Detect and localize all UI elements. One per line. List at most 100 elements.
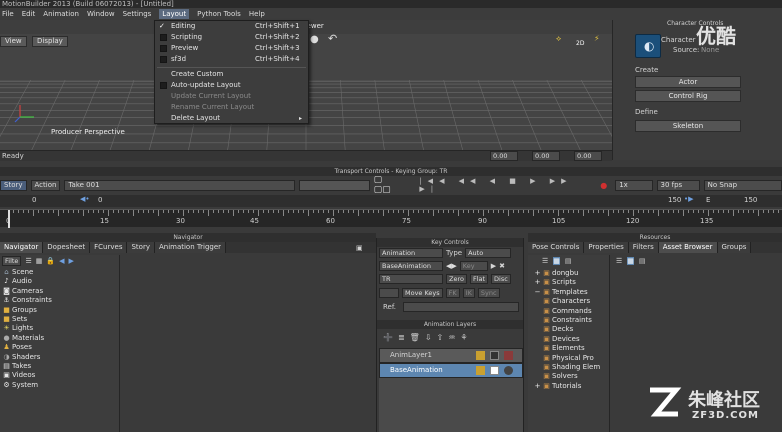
tree-item-cameras[interactable]: ◙ Cameras (3, 287, 119, 296)
tree-item-decks[interactable]: ▣ Decks (534, 325, 609, 334)
mute-icon[interactable] (490, 366, 499, 375)
playback-buttons[interactable]: |◀◀ ◀◀ ◀ ■ ▶ ▶▶ ▶| (419, 177, 596, 193)
grid-icon[interactable]: ▦ (36, 257, 43, 265)
tree-item-scripts[interactable]: + ▣ Scripts (534, 278, 609, 287)
animation-mode-select[interactable]: Animation (379, 248, 443, 258)
fk-button[interactable]: FK (445, 288, 460, 298)
zero-button[interactable]: Zero (446, 274, 467, 284)
menu-layout[interactable]: Layout (159, 9, 190, 19)
disc-button[interactable]: Disc (491, 274, 511, 284)
type-select[interactable]: Auto (465, 248, 512, 258)
timeline-slider[interactable] (299, 179, 370, 191)
menu-item-preview[interactable]: Preview Ctrl+Shift+3 (155, 43, 308, 54)
end-field[interactable]: 150 (744, 196, 757, 204)
status-field-3[interactable]: 0.00 (574, 151, 602, 161)
flat-button[interactable]: Flat (469, 274, 489, 284)
end-frame[interactable]: 150 (668, 196, 681, 204)
delete-key-icon[interactable]: ✖ (499, 262, 505, 270)
frame-ruler[interactable]: 0 15 30 45 60 75 90 105 120 135 (0, 209, 782, 228)
browser-list-icon[interactable]: ☰ (616, 257, 622, 265)
action-select[interactable]: Action (30, 179, 61, 191)
tree-item-materials[interactable]: ● Materials (3, 334, 119, 343)
tree-item-shading-elements[interactable]: ▣ Shading Elem (534, 363, 609, 372)
tab-navigator[interactable]: Navigator (0, 242, 44, 253)
start-frame[interactable]: 0 (32, 196, 36, 204)
tree-item-solvers[interactable]: ▣ Solvers (534, 372, 609, 381)
current-frame[interactable]: 0 (98, 196, 102, 204)
status-field-2[interactable]: 0.00 (532, 151, 560, 161)
tree-item-shaders[interactable]: ◑ Shaders (3, 353, 119, 362)
filter-field[interactable]: Filte (2, 255, 22, 266)
tab-properties[interactable]: Properties (584, 242, 629, 253)
settings-icon[interactable] (504, 366, 513, 375)
menu-item-auto-update[interactable]: Auto-update Layout (155, 80, 308, 91)
tr-select[interactable]: TR (379, 274, 443, 284)
story-toggle[interactable]: Story (0, 179, 27, 191)
menu-python-tools[interactable]: Python Tools (197, 10, 241, 18)
display-menu-button[interactable]: Display (32, 36, 68, 47)
light-icon[interactable]: ⟡ (556, 34, 561, 44)
range-handle-icon[interactable]: ◀• (80, 195, 90, 203)
playhead[interactable] (8, 210, 10, 228)
menu-item-create-custom[interactable]: Create Custom (155, 69, 308, 80)
list-icon[interactable]: ☰ (25, 257, 31, 265)
tree-item-constraints[interactable]: ⚓ Constraints (3, 296, 119, 305)
snap-select[interactable]: No Snap (703, 179, 782, 191)
layers-icon[interactable]: ≣ (398, 333, 405, 342)
prev-key-icon[interactable]: ◀▶ (446, 262, 457, 270)
view-menu-button[interactable]: View (0, 36, 27, 47)
speed-select[interactable]: 1x (615, 179, 653, 191)
layer-up-icon[interactable]: ⇧ (437, 333, 444, 342)
actor-button[interactable]: Actor (635, 76, 741, 88)
tree-item-devices[interactable]: ▣ Devices (534, 335, 609, 344)
key-count-field[interactable] (379, 288, 399, 298)
move-keys-button[interactable]: Move Keys (402, 288, 443, 298)
icon-view-icon[interactable]: ▤ (565, 257, 572, 265)
navigator-close-icon[interactable]: ▣ (356, 244, 363, 252)
range-end-handle-icon[interactable]: •▶ (684, 195, 694, 203)
menu-item-delete-layout[interactable]: Delete Layout ▸ (155, 113, 308, 124)
tree-item-takes[interactable]: ▤ Takes (3, 362, 119, 371)
wand-icon[interactable]: ⚡ (594, 34, 600, 43)
tree-item-characters[interactable]: ▣ Characters (534, 297, 609, 306)
menu-item-scripting[interactable]: Scripting Ctrl+Shift+2 (155, 32, 308, 43)
record-icon[interactable]: ● (600, 181, 607, 190)
layer-row[interactable]: AnimLayer1 (379, 348, 523, 363)
skeleton-button[interactable]: Skeleton (635, 120, 741, 132)
browser-detail-icon[interactable]: ▤ (639, 257, 646, 265)
next-key-icon[interactable]: ▶ (491, 262, 496, 270)
browser-grid-icon[interactable]: ▦ (627, 257, 634, 265)
ik-button[interactable]: IK (462, 288, 475, 298)
menu-help[interactable]: Help (249, 10, 265, 18)
menu-file[interactable]: File (2, 10, 14, 18)
lock-icon[interactable]: 🔒 (46, 257, 55, 265)
tab-story[interactable]: Story (127, 242, 155, 253)
menu-edit[interactable]: Edit (22, 10, 36, 18)
detail-view-icon[interactable]: ▦ (553, 256, 560, 265)
layer-row[interactable]: BaseAnimation (379, 363, 523, 378)
mode-2d-label[interactable]: 2D (576, 40, 584, 47)
weight-icon[interactable]: ♒ (448, 333, 455, 342)
loop-icon[interactable]: ▢ ▢▢ (374, 175, 402, 195)
tree-item-elements[interactable]: ▣ Elements (534, 344, 609, 353)
tab-asset-browser[interactable]: Asset Browser (658, 242, 718, 253)
back-icon[interactable]: ◀ (59, 257, 64, 265)
search-icon[interactable]: ● (310, 34, 319, 45)
tree-item-scene[interactable]: ⌂ Scene (3, 268, 119, 277)
forward-icon[interactable]: ▶ (68, 257, 73, 265)
sync-button[interactable]: Sync (477, 288, 500, 298)
character-avatar-icon[interactable]: ◐ (635, 34, 661, 58)
control-rig-button[interactable]: Control Rig (635, 90, 741, 102)
tab-dopesheet[interactable]: Dopesheet (43, 242, 91, 253)
layer-select[interactable]: BaseAnimation (379, 261, 443, 271)
tree-item-system[interactable]: ⚙ System (3, 381, 119, 390)
fps-select[interactable]: 30 fps (656, 179, 700, 191)
menu-item-sf3d[interactable]: sf3d Ctrl+Shift+4 (155, 54, 308, 65)
add-layer-icon[interactable]: ➕ (383, 333, 393, 342)
tree-item-audio[interactable]: ♪ Audio (3, 277, 119, 286)
tree-item-sets[interactable]: ■ Sets (3, 315, 119, 324)
take-select[interactable]: Take 001 (64, 179, 296, 191)
timeline-bar[interactable]: 0 ◀• 0 150 •▶ E 150 (0, 195, 782, 207)
merge-icon[interactable]: ⇩ (425, 333, 432, 342)
menu-item-editing[interactable]: ✓ Editing Ctrl+Shift+1 (155, 21, 308, 32)
